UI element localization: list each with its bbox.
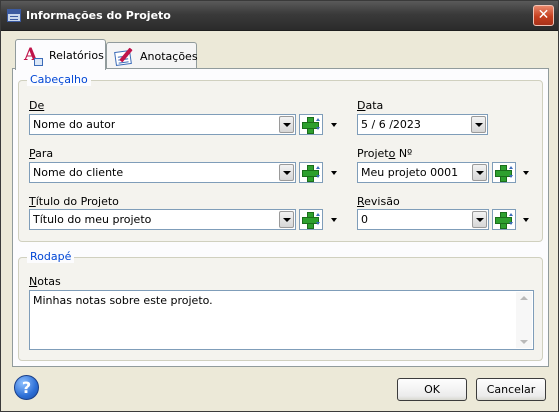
chevron-down-icon[interactable] [471,116,486,133]
spin-arrows-icon[interactable] [509,164,514,181]
chevron-down-icon[interactable] [279,116,294,133]
titulo-menu-arrow-icon[interactable] [331,218,338,223]
revisao-menu-arrow-icon[interactable] [523,218,530,223]
revisao-label: Revisão [357,195,400,208]
titulo-label: Título do Projeto [29,195,119,208]
notes-icon [113,46,135,67]
chevron-down-icon[interactable] [279,164,294,181]
project-info-dialog: Informações do Projeto ✕ A Relatórios An… [0,0,559,412]
tab-relatorios-label: Relatórios [49,49,104,62]
tab-relatorios[interactable]: A Relatórios [15,39,106,70]
de-add-button[interactable] [299,114,323,135]
para-menu-arrow-icon[interactable] [331,171,338,176]
titulo-add-button[interactable] [299,209,323,230]
de-label: De [29,99,45,112]
notas-scrollbar[interactable] [516,292,532,348]
app-window-icon [7,9,21,22]
cancel-button[interactable]: Cancelar [476,378,546,401]
tab-anotacoes-label: Anotações [140,50,198,63]
add-plus-icon [495,212,512,229]
projeto-add-button[interactable] [492,162,516,183]
title-bar[interactable]: Informações do Projeto ✕ [1,1,558,31]
add-plus-icon [302,165,319,182]
spin-arrows-icon[interactable] [509,211,514,228]
chevron-down-icon[interactable] [472,164,487,181]
tab-anotacoes[interactable]: Anotações [106,42,198,69]
window-title: Informações do Projeto [26,9,171,22]
spin-arrows-icon[interactable] [316,116,321,133]
para-combo[interactable]: Nome do cliente [29,162,296,183]
data-label: Data [357,99,384,112]
revisao-add-button[interactable] [492,209,516,230]
data-date-picker[interactable]: 5 / 6 /2023 [357,114,488,135]
chevron-down-icon[interactable] [472,211,487,228]
projeto-combo[interactable]: Meu projeto 0001 [357,162,489,183]
help-button[interactable]: ? [14,375,39,400]
revisao-combo[interactable]: 0 [357,209,489,230]
para-add-button[interactable] [299,162,323,183]
projeto-label: Projeto Nº [357,147,413,160]
notas-textarea[interactable]: Minhas notas sobre este projeto. [29,290,534,350]
footer-group-title: Rodapé [27,250,75,263]
ok-button[interactable]: OK [397,378,467,401]
close-button[interactable]: ✕ [533,5,554,26]
projeto-combo-value: Meu projeto 0001 [361,166,459,179]
data-value: 5 / 6 /2023 [361,118,421,131]
para-combo-value: Nome do cliente [33,166,124,179]
spin-arrows-icon[interactable] [316,211,321,228]
notas-label: Notas [29,275,61,288]
add-plus-icon [495,165,512,182]
spin-arrows-icon[interactable] [316,164,321,181]
scroll-down-icon[interactable] [520,340,528,344]
de-combo-value: Nome do autor [33,118,116,131]
de-combo[interactable]: Nome do autor [29,114,296,135]
add-plus-icon [302,117,319,134]
para-label: Para [29,147,54,160]
titulo-combo[interactable]: Título do meu projeto [29,209,296,230]
report-icon: A [24,45,43,66]
header-group-title: Cabeçalho [27,73,91,86]
projeto-menu-arrow-icon[interactable] [523,171,530,176]
scroll-up-icon[interactable] [520,296,528,300]
tab-panel-relatorios: Cabeçalho De Nome do autor Data 5 / 6 /2… [12,68,549,367]
add-plus-icon [302,212,319,229]
titulo-combo-value: Título do meu projeto [33,213,152,226]
notas-value: Minhas notas sobre este projeto. [33,294,213,307]
revisao-combo-value: 0 [361,213,368,226]
de-menu-arrow-icon[interactable] [331,123,338,128]
chevron-down-icon[interactable] [279,211,294,228]
